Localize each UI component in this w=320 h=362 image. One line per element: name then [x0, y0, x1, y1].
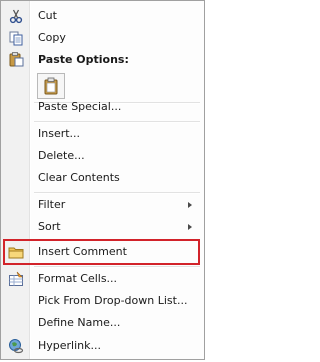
- menu-separator: [34, 192, 200, 194]
- menu-item-label: Insert...: [38, 127, 81, 140]
- copy-icon: [8, 30, 24, 46]
- menu-item-delete[interactable]: Delete...: [1, 145, 204, 167]
- menu-item-filter[interactable]: Filter: [1, 194, 204, 216]
- globe-link-icon: [8, 338, 24, 354]
- menu-item-label: Hyperlink...: [38, 339, 101, 352]
- menu-item-label: Format Cells...: [38, 272, 118, 285]
- menu-item-label: Pick From Drop-down List...: [38, 294, 188, 307]
- highlight-frame: [3, 239, 200, 265]
- menu-item-label: Define Name...: [38, 316, 121, 329]
- menu-item-label: Sort: [38, 220, 61, 233]
- menu-item-pick-from-list[interactable]: Pick From Drop-down List...: [1, 290, 204, 312]
- clipboard-icon: [8, 51, 24, 67]
- submenu-arrow-icon: [188, 224, 192, 230]
- menu-item-define-name[interactable]: Define Name...: [1, 312, 204, 334]
- submenu-arrow-icon: [188, 202, 192, 208]
- menu-item-clear-contents[interactable]: Clear Contents: [1, 167, 204, 189]
- menu-item-label: Paste Special...: [38, 100, 122, 113]
- menu-item-label: Delete...: [38, 149, 85, 162]
- menu-item-label: Filter: [38, 198, 66, 211]
- menu-item-label: Clear Contents: [38, 171, 120, 184]
- paste-options-header: Paste Options:: [38, 53, 129, 66]
- scissors-icon: [8, 8, 24, 24]
- menu-item-sort[interactable]: Sort: [1, 216, 204, 238]
- menu-item-format-cells[interactable]: Format Cells...: [1, 268, 204, 290]
- clipboard-paste-icon: [43, 77, 59, 95]
- context-menu: Cut Copy Paste Options: Paste Special...…: [0, 0, 205, 360]
- menu-item-label: Cut: [38, 9, 57, 22]
- menu-item-insert[interactable]: Insert...: [1, 123, 204, 145]
- menu-separator: [34, 266, 200, 268]
- menu-item-paste-special[interactable]: Paste Special...: [1, 96, 204, 118]
- menu-separator: [34, 121, 200, 123]
- format-cells-icon: [8, 271, 24, 287]
- menu-item-copy[interactable]: Copy: [1, 27, 204, 49]
- menu-item-hyperlink[interactable]: Hyperlink...: [1, 335, 204, 357]
- menu-item-label: Copy: [38, 31, 66, 44]
- menu-item-cut[interactable]: Cut: [1, 5, 204, 27]
